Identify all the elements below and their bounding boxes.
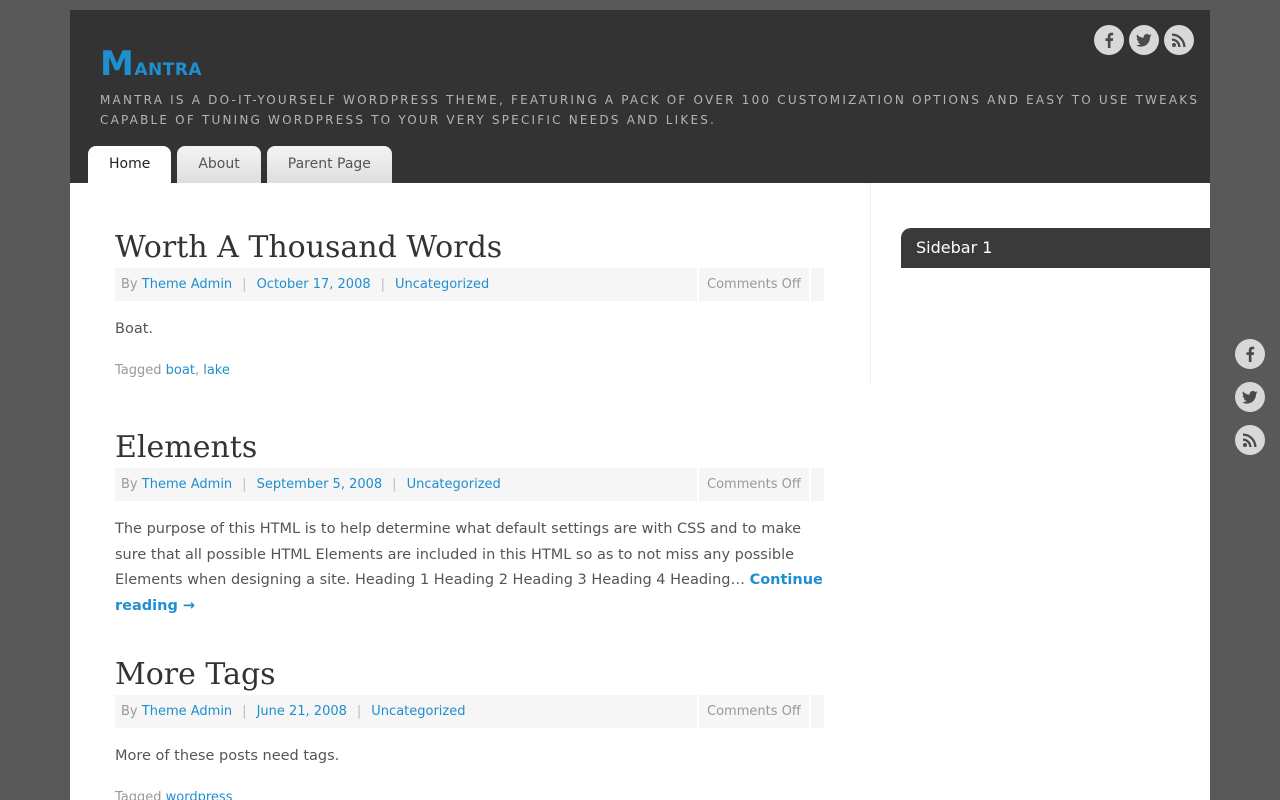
meta-tail <box>811 468 824 501</box>
category-link[interactable]: Uncategorized <box>395 277 489 292</box>
meta-separator: | <box>392 477 397 492</box>
post-meta: By Theme Admin | October 17, 2008 | Unca… <box>115 268 825 301</box>
nav-item-parent-page[interactable]: Parent Page <box>266 146 392 183</box>
meta-by-label: By <box>121 277 138 292</box>
author-link[interactable]: Theme Admin <box>142 477 232 492</box>
date-link[interactable]: September 5, 2008 <box>257 477 383 492</box>
author-link[interactable]: Theme Admin <box>142 704 232 719</box>
site-description: Mantra is a do-it-yourself WordPress the… <box>100 93 1200 127</box>
post-meta: By Theme Admin | September 5, 2008 | Unc… <box>115 468 825 501</box>
tagged-label: Tagged <box>115 362 162 378</box>
page-wrapper: Mantra Mantra is a do-it-yourself WordPr… <box>70 10 1210 800</box>
meta-separator: | <box>380 277 386 292</box>
meta-separator: | <box>356 704 362 719</box>
post-tags: Tagged boat, lake <box>115 362 230 378</box>
meta-by-label: By <box>121 704 138 719</box>
tagged-label: Tagged <box>115 789 162 800</box>
comments-status: Comments Off <box>699 468 809 501</box>
post-title[interactable]: Elements <box>115 428 825 468</box>
post-article: More Tags By Theme Admin | June 21, 2008… <box>115 655 825 800</box>
floating-social-links <box>1235 339 1265 455</box>
post-article: Elements By Theme Admin | September 5, 2… <box>115 428 825 619</box>
nav-item-about[interactable]: About <box>177 146 261 183</box>
header-social-links <box>1094 25 1194 55</box>
date-link[interactable]: June 21, 2008 <box>257 704 347 719</box>
comments-status: Comments Off <box>699 268 809 301</box>
meta-tail <box>811 695 824 728</box>
site-title-first[interactable]: M <box>100 44 134 84</box>
main-area: Worth A Thousand Words By Theme Admin | … <box>70 183 1210 800</box>
site-title[interactable]: Mantra <box>100 44 202 87</box>
category-link[interactable]: Uncategorized <box>371 704 465 719</box>
site-title-rest[interactable]: antra <box>134 53 202 81</box>
post-tags: Tagged wordpress <box>115 790 825 800</box>
rss-icon[interactable] <box>1235 425 1265 455</box>
main-navigation: Home About Parent Page <box>88 146 392 183</box>
site-header: Mantra Mantra is a do-it-yourself WordPr… <box>70 10 1210 183</box>
post-excerpt: More of these posts need tags. <box>115 748 340 764</box>
meta-separator: | <box>242 277 247 292</box>
twitter-icon[interactable] <box>1129 25 1159 55</box>
date-link[interactable]: October 17, 2008 <box>257 277 371 292</box>
twitter-icon[interactable] <box>1235 382 1265 412</box>
facebook-icon[interactable] <box>1235 339 1265 369</box>
meta-separator: | <box>242 704 247 719</box>
meta-separator: | <box>242 477 247 492</box>
excerpt-text: The purpose of this HTML is to help dete… <box>115 521 802 588</box>
category-link[interactable]: Uncategorized <box>407 477 501 492</box>
post-article: Worth A Thousand Words By Theme Admin | … <box>115 228 825 378</box>
tag-link-boat[interactable]: boat <box>166 363 195 378</box>
facebook-icon[interactable] <box>1094 25 1124 55</box>
meta-by-label: By <box>121 477 138 492</box>
post-excerpt: Boat. <box>115 321 153 337</box>
author-link[interactable]: Theme Admin <box>142 277 232 292</box>
post-title[interactable]: More Tags <box>115 655 825 695</box>
rss-icon[interactable] <box>1164 25 1194 55</box>
column-divider <box>870 183 871 383</box>
tag-link-wordpress[interactable]: wordpress <box>166 790 233 800</box>
sidebar-title: Sidebar 1 <box>901 228 1210 268</box>
comments-status: Comments Off <box>699 695 809 728</box>
meta-tail <box>811 268 824 301</box>
nav-item-home[interactable]: Home <box>88 146 172 183</box>
tag-link-lake[interactable]: lake <box>203 363 230 378</box>
post-title[interactable]: Worth A Thousand Words <box>115 228 825 268</box>
post-excerpt: The purpose of this HTML is to help dete… <box>115 517 825 619</box>
post-meta: By Theme Admin | June 21, 2008 | Uncateg… <box>115 695 825 728</box>
